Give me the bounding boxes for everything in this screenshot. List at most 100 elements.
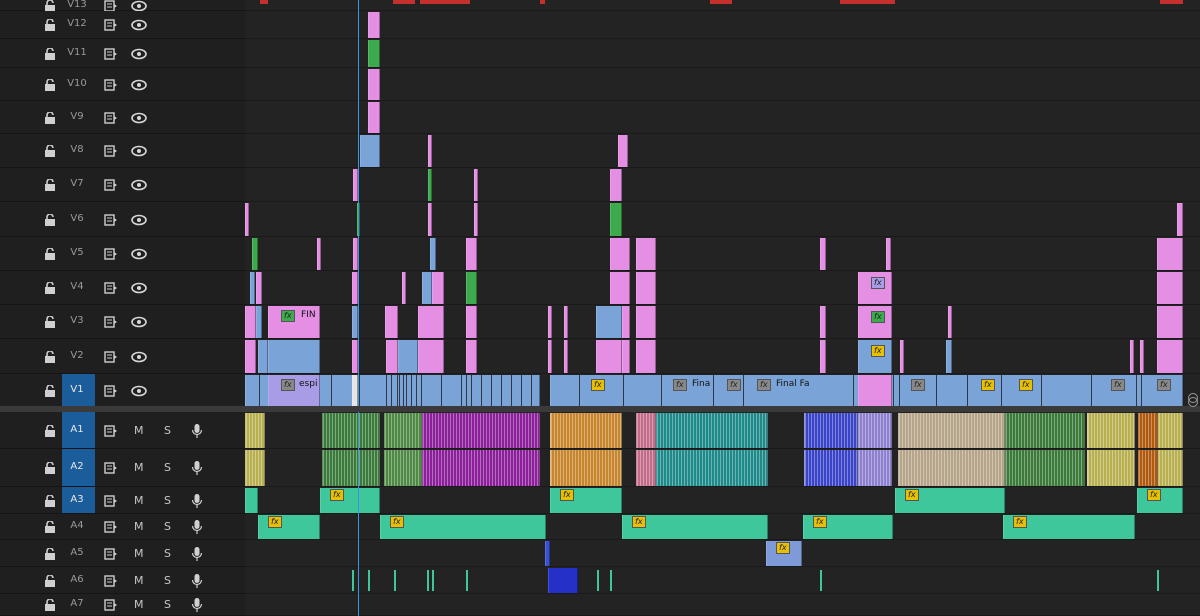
audio-clip[interactable] bbox=[1158, 413, 1183, 448]
track-name[interactable]: V4 bbox=[62, 281, 92, 292]
lane-v4[interactable] bbox=[245, 271, 1200, 305]
video-clip[interactable] bbox=[622, 340, 630, 373]
track-header-v1[interactable]: V1 bbox=[0, 374, 245, 407]
video-clip[interactable] bbox=[1157, 272, 1183, 304]
audio-marker[interactable] bbox=[368, 570, 370, 591]
track-name[interactable]: V1 bbox=[62, 384, 92, 395]
track-name[interactable]: A1 bbox=[62, 424, 92, 435]
lock-icon[interactable] bbox=[44, 248, 56, 260]
lock-icon[interactable] bbox=[44, 78, 56, 91]
track-header-a2[interactable]: A2 M S bbox=[0, 449, 245, 487]
sync-lock-icon[interactable] bbox=[104, 145, 118, 157]
video-clip[interactable] bbox=[466, 306, 477, 338]
video-clip[interactable] bbox=[268, 340, 320, 373]
track-name[interactable]: V7 bbox=[62, 178, 92, 189]
lane-a5[interactable] bbox=[245, 540, 1200, 567]
video-clip[interactable] bbox=[360, 135, 380, 167]
video-clip[interactable] bbox=[402, 272, 406, 304]
audio-clip[interactable] bbox=[245, 488, 258, 513]
track-header-a4[interactable]: A4 M S bbox=[0, 514, 245, 540]
fx-badge[interactable]: fx bbox=[905, 489, 919, 501]
sync-lock-icon[interactable] bbox=[104, 111, 118, 124]
track-header-v3[interactable]: V3 bbox=[0, 305, 245, 339]
lane-v9[interactable] bbox=[245, 101, 1200, 134]
video-clip[interactable] bbox=[946, 340, 952, 373]
video-clip[interactable] bbox=[398, 340, 418, 373]
audio-clip[interactable] bbox=[858, 413, 892, 448]
video-clip[interactable] bbox=[368, 40, 380, 67]
track-name[interactable]: V2 bbox=[62, 350, 92, 361]
video-clip[interactable] bbox=[820, 340, 826, 373]
mute-button[interactable]: M bbox=[134, 494, 144, 507]
video-clip[interactable] bbox=[256, 272, 262, 304]
sync-lock-icon[interactable] bbox=[104, 424, 118, 437]
eye-icon[interactable] bbox=[131, 145, 147, 157]
lock-icon[interactable] bbox=[44, 424, 56, 437]
fx-badge[interactable]: fx bbox=[871, 345, 885, 357]
lock-icon[interactable] bbox=[44, 574, 56, 587]
audio-clip[interactable] bbox=[550, 413, 622, 448]
sync-lock-icon[interactable] bbox=[104, 547, 118, 560]
video-clip[interactable] bbox=[252, 238, 258, 270]
solo-button[interactable]: S bbox=[164, 598, 171, 611]
video-clip[interactable] bbox=[368, 102, 380, 133]
track-header-a5[interactable]: A5 M S bbox=[0, 540, 245, 567]
solo-button[interactable]: S bbox=[164, 461, 171, 474]
eye-icon[interactable] bbox=[131, 351, 147, 363]
video-clip[interactable] bbox=[564, 340, 568, 373]
lock-icon[interactable] bbox=[44, 282, 56, 294]
audio-clip[interactable] bbox=[548, 568, 578, 593]
video-clip[interactable] bbox=[428, 135, 432, 167]
track-header-a6[interactable]: A6 M S bbox=[0, 567, 245, 594]
video-clip[interactable] bbox=[245, 203, 249, 236]
solo-button[interactable]: S bbox=[164, 424, 171, 437]
audio-clip[interactable] bbox=[656, 413, 768, 448]
video-clip[interactable] bbox=[610, 169, 622, 201]
voice-over-record-icon[interactable] bbox=[191, 573, 203, 589]
track-name[interactable]: V11 bbox=[62, 47, 92, 58]
audio-clip[interactable] bbox=[1087, 413, 1135, 448]
audio-clip[interactable] bbox=[422, 450, 540, 486]
audio-clip[interactable] bbox=[1005, 450, 1085, 486]
video-clip[interactable]: fx bbox=[858, 340, 892, 373]
video-clip[interactable] bbox=[622, 306, 630, 338]
voice-over-record-icon[interactable] bbox=[191, 423, 203, 439]
video-clip[interactable] bbox=[610, 238, 630, 270]
sync-lock-icon[interactable] bbox=[104, 213, 118, 226]
video-clip[interactable] bbox=[474, 169, 478, 201]
lock-icon[interactable] bbox=[44, 350, 56, 363]
track-header-v2[interactable]: V2 bbox=[0, 339, 245, 374]
video-clip[interactable] bbox=[466, 272, 477, 304]
audio-clip[interactable] bbox=[656, 450, 768, 486]
eye-icon[interactable] bbox=[131, 316, 147, 328]
eye-icon[interactable] bbox=[131, 214, 147, 226]
voice-over-record-icon[interactable] bbox=[191, 519, 203, 535]
audio-clip[interactable] bbox=[898, 413, 1005, 448]
track-header-v10[interactable]: V10 bbox=[0, 68, 245, 101]
video-clip[interactable] bbox=[368, 12, 380, 38]
video-clip[interactable] bbox=[886, 238, 891, 270]
audio-clip[interactable] bbox=[550, 450, 622, 486]
audio-marker[interactable] bbox=[352, 570, 354, 591]
fx-badge[interactable]: fx bbox=[1111, 379, 1125, 391]
lock-icon[interactable] bbox=[44, 462, 56, 474]
video-clip[interactable] bbox=[948, 306, 952, 338]
fx-badge[interactable]: fx bbox=[727, 379, 741, 391]
track-name[interactable]: V9 bbox=[62, 111, 92, 122]
fx-badge[interactable]: fx bbox=[1157, 379, 1171, 391]
lane-v5[interactable] bbox=[245, 237, 1200, 271]
video-clip[interactable] bbox=[250, 272, 255, 304]
lock-icon[interactable] bbox=[44, 316, 56, 328]
fx-badge[interactable]: fx bbox=[1147, 489, 1161, 501]
video-clip[interactable] bbox=[418, 340, 444, 373]
video-clip[interactable] bbox=[466, 238, 477, 270]
sync-lock-icon[interactable] bbox=[104, 248, 118, 260]
video-clip[interactable] bbox=[258, 340, 268, 373]
audio-clip[interactable] bbox=[1138, 413, 1158, 448]
fx-badge[interactable]: fx bbox=[757, 379, 771, 391]
lane-a6[interactable] bbox=[245, 567, 1200, 594]
fx-badge[interactable]: fx bbox=[268, 516, 282, 528]
video-clip[interactable]: fx bbox=[858, 306, 892, 338]
solo-button[interactable]: S bbox=[164, 520, 171, 533]
track-name[interactable]: V13 bbox=[62, 0, 92, 10]
